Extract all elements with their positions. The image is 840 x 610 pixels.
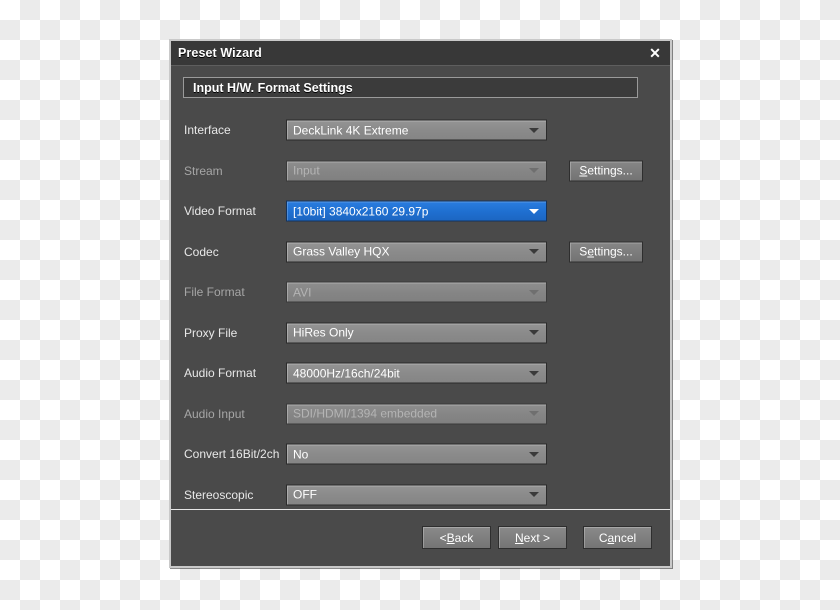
combo-stream-value: Input — [293, 163, 320, 178]
stream-settings-mnemonic: S — [579, 163, 588, 178]
combo-video-format[interactable]: [10bit] 3840x2160 29.97p — [286, 200, 547, 222]
dialog-body: Input H/W. Format Settings Interface Dec… — [171, 66, 670, 566]
chevron-down-icon — [529, 289, 539, 295]
chevron-down-icon — [529, 249, 539, 255]
label-audio-input: Audio Input — [184, 406, 245, 421]
combo-interface-value: DeckLink 4K Extreme — [293, 123, 409, 138]
back-prefix: < — [439, 530, 447, 545]
combo-audio-format[interactable]: 48000Hz/16ch/24bit — [286, 362, 547, 384]
label-codec: Codec — [184, 244, 219, 259]
next-suffix: ext > — [523, 530, 551, 545]
label-audio-format: Audio Format — [184, 366, 257, 381]
combo-interface[interactable]: DeckLink 4K Extreme — [286, 119, 547, 141]
label-stereoscopic: Stereoscopic — [184, 487, 254, 502]
codec-settings-prefix: S — [579, 244, 588, 259]
back-mnemonic: B — [446, 530, 455, 545]
combo-video-format-value: [10bit] 3840x2160 29.97p — [293, 204, 429, 219]
dialog-title: Preset Wizard — [178, 46, 262, 60]
form-row-codec: Codec Grass Valley HQX Se ttings... — [171, 232, 670, 273]
chevron-down-icon — [529, 127, 539, 133]
chevron-down-icon — [529, 168, 539, 174]
cancel-prefix: C — [598, 530, 608, 545]
combo-codec-value: Grass Valley HQX — [293, 244, 390, 259]
combo-convert-16bit-2ch[interactable]: No — [286, 443, 547, 465]
combo-stereoscopic-value: OFF — [293, 487, 317, 502]
dialog-footer: < Back Next > Ca ncel — [171, 510, 670, 566]
combo-codec[interactable]: Grass Valley HQX — [286, 241, 547, 263]
section-header-label: Input H/W. Format Settings — [193, 80, 353, 95]
next-mnemonic: N — [514, 530, 524, 545]
codec-settings-suffix: ttings... — [594, 244, 633, 259]
form-row-interface: Interface DeckLink 4K Extreme — [171, 110, 670, 151]
back-button[interactable]: < Back — [422, 526, 491, 549]
cancel-button[interactable]: Ca ncel — [583, 526, 652, 549]
section-header: Input H/W. Format Settings — [183, 77, 638, 98]
preset-wizard-dialog: Preset Wizard ✕ Input H/W. Format Settin… — [169, 39, 672, 568]
label-interface: Interface — [184, 123, 231, 138]
cancel-mnemonic: a — [607, 530, 615, 545]
combo-audio-input-value: SDI/HDMI/1394 embedded — [293, 406, 438, 421]
settings-form: Interface DeckLink 4K Extreme Stream Inp… — [171, 110, 670, 515]
form-row-proxy-file: Proxy File HiRes Only — [171, 313, 670, 354]
form-row-convert-16bit-2ch: Convert 16Bit/2ch No — [171, 434, 670, 475]
codec-settings-button[interactable]: Se ttings... — [569, 241, 643, 263]
label-convert-16bit-2ch: Convert 16Bit/2ch — [184, 447, 280, 462]
label-stream: Stream — [184, 163, 223, 178]
close-icon[interactable]: ✕ — [644, 41, 666, 65]
chevron-down-icon — [529, 370, 539, 376]
stream-settings-button[interactable]: Settings... — [569, 160, 643, 182]
next-button[interactable]: Next > — [498, 526, 567, 549]
form-row-audio-input: Audio Input SDI/HDMI/1394 embedded — [171, 394, 670, 435]
combo-audio-input: SDI/HDMI/1394 embedded — [286, 403, 547, 425]
label-file-format: File Format — [184, 285, 245, 300]
combo-convert-16bit-2ch-value: No — [293, 447, 309, 462]
cancel-suffix: ncel — [614, 530, 637, 545]
back-suffix: ack — [454, 530, 474, 545]
label-video-format: Video Format — [184, 204, 256, 219]
combo-file-format: AVI — [286, 281, 547, 303]
combo-file-format-value: AVI — [293, 285, 312, 300]
combo-stereoscopic[interactable]: OFF — [286, 484, 547, 506]
stream-settings-suffix: ettings... — [587, 163, 633, 178]
form-row-stream: Stream Input Settings... — [171, 151, 670, 192]
chevron-down-icon — [529, 208, 539, 214]
form-row-file-format: File Format AVI — [171, 272, 670, 313]
combo-proxy-file-value: HiRes Only — [293, 325, 354, 340]
chevron-down-icon — [529, 330, 539, 336]
chevron-down-icon — [529, 492, 539, 498]
combo-audio-format-value: 48000Hz/16ch/24bit — [293, 366, 400, 381]
chevron-down-icon — [529, 451, 539, 457]
form-row-audio-format: Audio Format 48000Hz/16ch/24bit — [171, 353, 670, 394]
chevron-down-icon — [529, 411, 539, 417]
dialog-titlebar: Preset Wizard ✕ — [171, 41, 670, 66]
codec-settings-mnemonic: e — [587, 244, 594, 259]
label-proxy-file: Proxy File — [184, 325, 238, 340]
form-row-video-format: Video Format [10bit] 3840x2160 29.97p — [171, 191, 670, 232]
combo-proxy-file[interactable]: HiRes Only — [286, 322, 547, 344]
combo-stream: Input — [286, 160, 547, 182]
